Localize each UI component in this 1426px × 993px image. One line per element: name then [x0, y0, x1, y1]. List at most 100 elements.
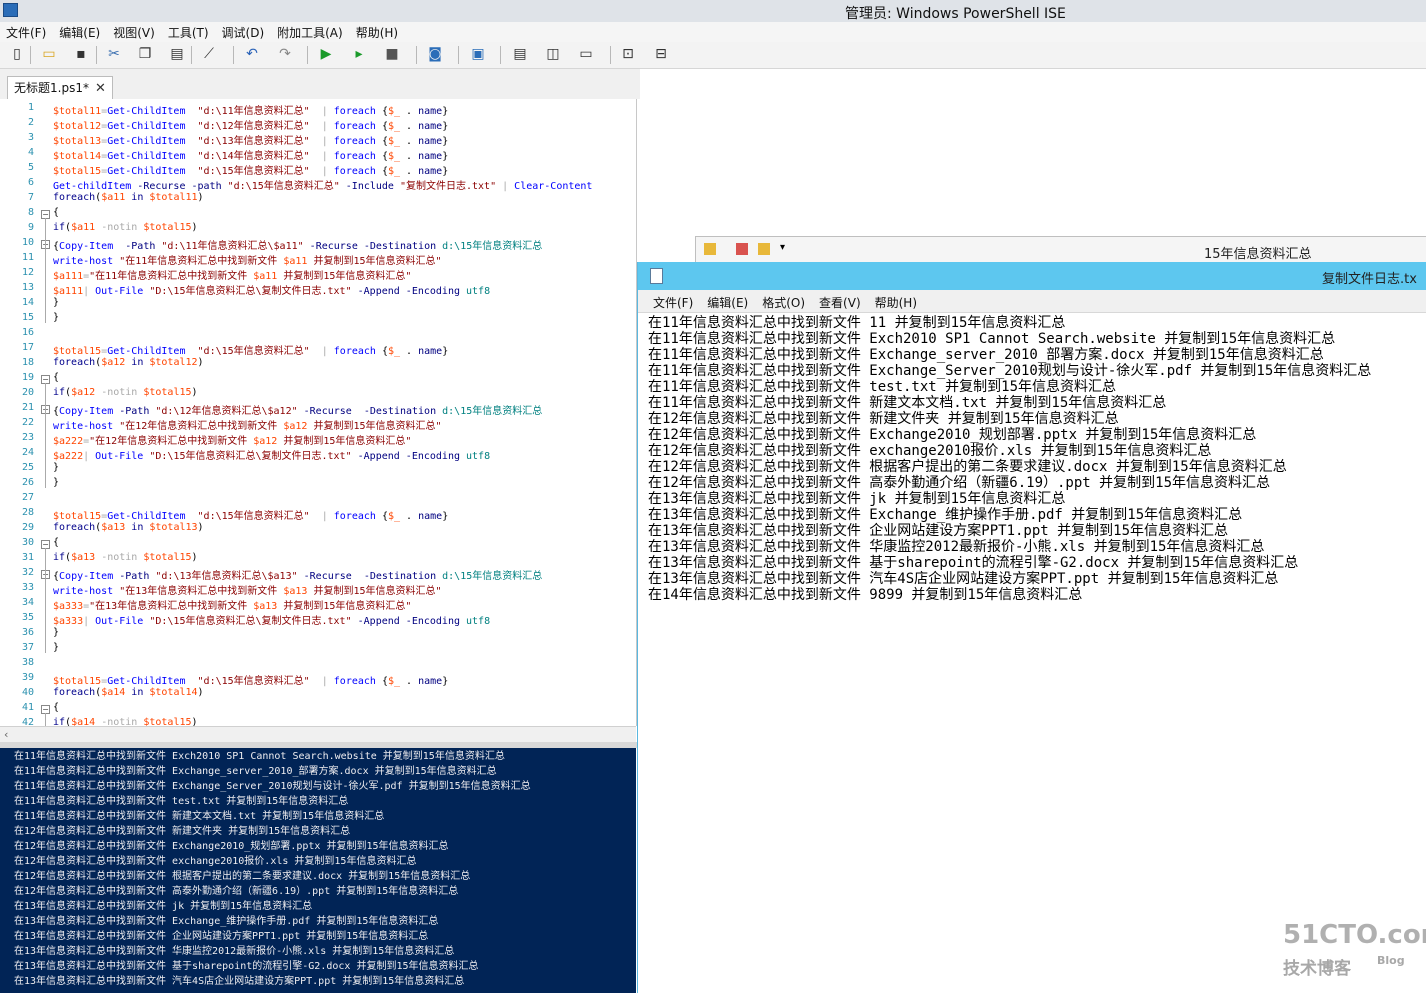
powershell-icon[interactable]: ▣: [470, 46, 486, 62]
code-line[interactable]: {: [53, 207, 59, 218]
menu-file[interactable]: 文件(F): [0, 22, 53, 41]
code-line[interactable]: if($a11 -notin $total15): [53, 222, 198, 233]
menu-addons[interactable]: 附加工具(A): [271, 22, 350, 41]
code-line[interactable]: Get-childItem -Recurse -path "d:\15年信息资料…: [53, 177, 592, 192]
code-line[interactable]: $total15=Get-ChildItem "d:\15年信息资料汇总" | …: [53, 162, 448, 177]
code-token: $total15: [143, 222, 192, 233]
run-selection-icon[interactable]: ▸: [351, 46, 367, 62]
code-line[interactable]: $a111| Out-File "D:\15年信息资料汇总\复制文件日志.txt…: [53, 282, 490, 297]
new-file-icon[interactable]: ▯: [9, 46, 25, 62]
layout-script-top-icon[interactable]: ▤: [512, 46, 528, 62]
code-line[interactable]: write-host "在13年信息资料汇总中找到新文件 $a13 并复制到15…: [53, 582, 442, 597]
code-line[interactable]: }: [53, 627, 59, 638]
remote-icon[interactable]: ◙: [427, 46, 443, 62]
code-line[interactable]: }: [53, 297, 59, 308]
paste-icon[interactable]: ▤: [169, 46, 185, 62]
np-menu-file[interactable]: 文件(F): [646, 290, 700, 311]
code-line[interactable]: {Copy-Item -Path "d:\13年信息资料汇总\$a13" -Re…: [53, 567, 542, 582]
open-icon[interactable]: ▭: [41, 46, 57, 62]
code-line[interactable]: $total11=Get-ChildItem "d:\11年信息资料汇总" | …: [53, 102, 448, 117]
line-number: 36: [21, 627, 34, 638]
code-line[interactable]: write-host "在11年信息资料汇总中找到新文件 $a11 并复制到15…: [53, 252, 442, 267]
console-pane[interactable]: 在11年信息资料汇总中找到新文件 Exch2010 SP1 Cannot Sea…: [0, 748, 636, 993]
np-menu-help[interactable]: 帮助(H): [868, 290, 924, 311]
code-line[interactable]: {: [53, 537, 59, 548]
script-editor[interactable]: 1 $total11=Get-ChildItem "d:\11年信息资料汇总" |…: [0, 99, 637, 726]
close-tab-icon[interactable]: ✕: [95, 81, 106, 96]
scroll-left-icon[interactable]: ‹: [4, 728, 8, 741]
line-number: 20: [21, 387, 34, 398]
code-token: $_: [387, 166, 401, 177]
undo-icon[interactable]: ↶: [244, 46, 260, 62]
menu-edit[interactable]: 编辑(E): [53, 22, 107, 41]
show-script-pane-icon[interactable]: ⊡: [620, 46, 636, 62]
stop-icon[interactable]: ■: [384, 46, 400, 62]
code-line[interactable]: $total14=Get-ChildItem "d:\14年信息资料汇总" | …: [53, 147, 448, 162]
line-number: 11: [21, 252, 34, 263]
code-token: Out-File: [95, 286, 144, 297]
code-line[interactable]: {: [53, 702, 59, 713]
code-token: "D:\15年信息资料汇总\复制文件日志.txt": [143, 286, 352, 297]
code-token: d:\15年信息资料汇总: [436, 241, 543, 252]
code-line[interactable]: $a111="在11年信息资料汇总中找到新文件 $a11 并复制到15年信息资料…: [53, 267, 411, 282]
code-line[interactable]: $total12=Get-ChildItem "d:\12年信息资料汇总" | …: [53, 117, 448, 132]
code-line[interactable]: $a333="在13年信息资料汇总中找到新文件 $a13 并复制到15年信息资料…: [53, 597, 411, 612]
code-line[interactable]: {Copy-Item -Path "d:\12年信息资料汇总\$a12" -Re…: [53, 402, 542, 417]
cut-icon[interactable]: ✂: [106, 46, 122, 62]
clear-icon[interactable]: ⟋: [201, 46, 217, 62]
code-line[interactable]: }: [53, 642, 59, 653]
code-token: -Recurse: [303, 241, 358, 252]
layout-script-right-icon[interactable]: ◫: [545, 46, 561, 62]
code-line[interactable]: $total15=Get-ChildItem "d:\15年信息资料汇总" | …: [53, 672, 448, 687]
np-menu-format[interactable]: 格式(O): [755, 290, 812, 311]
menu-debug[interactable]: 调试(D): [216, 22, 272, 41]
code-line[interactable]: foreach($a12 in $total12): [53, 357, 204, 368]
np-menu-view[interactable]: 查看(V): [812, 290, 868, 311]
code-line[interactable]: $total15=Get-ChildItem "d:\15年信息资料汇总" | …: [53, 342, 448, 357]
code-token: $total15: [143, 387, 192, 398]
save-icon[interactable]: ▪: [73, 46, 89, 62]
code-line[interactable]: $total15=Get-ChildItem "d:\15年信息资料汇总" | …: [53, 507, 448, 522]
show-commands-icon[interactable]: ⊟: [653, 46, 669, 62]
code-token: |: [309, 346, 334, 357]
code-line[interactable]: foreach($a14 in $total14): [53, 687, 204, 698]
notepad-window[interactable]: 复制文件日志.tx 文件(F) 编辑(E) 格式(O) 查看(V) 帮助(H) 在11年…: [637, 262, 1426, 993]
code-line[interactable]: if($a14 -notin $total15): [53, 717, 198, 726]
code-line[interactable]: $total13=Get-ChildItem "d:\13年信息资料汇总" | …: [53, 132, 448, 147]
line-number: 34: [21, 597, 34, 608]
menu-tools[interactable]: 工具(T): [162, 22, 216, 41]
code-line[interactable]: }: [53, 462, 59, 473]
new-folder-icon[interactable]: [758, 243, 770, 255]
code-token: $a111: [53, 271, 84, 282]
menu-help[interactable]: 帮助(H): [350, 22, 405, 41]
code-line[interactable]: write-host "在12年信息资料汇总中找到新文件 $a12 并复制到15…: [53, 417, 442, 432]
chevron-down-icon[interactable]: ▾: [780, 242, 785, 253]
code-line[interactable]: $a333| Out-File "D:\15年信息资料汇总\复制文件日志.txt…: [53, 612, 490, 627]
editor-horizontal-scrollbar[interactable]: ‹: [0, 726, 636, 743]
tab-untitled1[interactable]: 无标题1.ps1* ✕: [7, 76, 113, 99]
properties-icon[interactable]: [736, 243, 748, 255]
notepad-line: 在13年信息资料汇总中找到新文件 jk 并复制到15年信息资料汇总: [648, 491, 1066, 507]
menu-view[interactable]: 视图(V): [107, 22, 162, 41]
layout-maximized-icon[interactable]: ▭: [578, 46, 594, 62]
code-line[interactable]: }: [53, 477, 59, 488]
explorer-window[interactable]: ▾ 15年信息资料汇总: [695, 236, 1426, 264]
redo-icon[interactable]: ↷: [277, 46, 293, 62]
line-number: 22: [21, 417, 34, 428]
code-line[interactable]: }: [53, 312, 59, 323]
code-token: Copy-Item: [59, 571, 114, 582]
code-line[interactable]: foreach($a11 in $total11): [53, 192, 204, 203]
code-line[interactable]: if($a12 -notin $total15): [53, 387, 198, 398]
code-token: $a333: [53, 601, 84, 612]
code-line[interactable]: foreach($a13 in $total13): [53, 522, 204, 533]
copy-icon[interactable]: ❐: [137, 46, 153, 62]
code-line[interactable]: $a222="在12年信息资料汇总中找到新文件 $a12 并复制到15年信息资料…: [53, 432, 411, 447]
code-line[interactable]: $a222| Out-File "D:\15年信息资料汇总\复制文件日志.txt…: [53, 447, 490, 462]
code-line[interactable]: {Copy-Item -Path "d:\11年信息资料汇总\$a11" -Re…: [53, 237, 542, 252]
np-menu-edit[interactable]: 编辑(E): [700, 290, 755, 311]
code-line[interactable]: {: [53, 372, 59, 383]
code-line[interactable]: if($a13 -notin $total15): [53, 552, 198, 563]
run-icon[interactable]: ▶: [318, 46, 334, 62]
notepad-text-area[interactable]: 在11年信息资料汇总中找到新文件 11 并复制到15年信息资料汇总 在11年信息资…: [638, 313, 1426, 993]
